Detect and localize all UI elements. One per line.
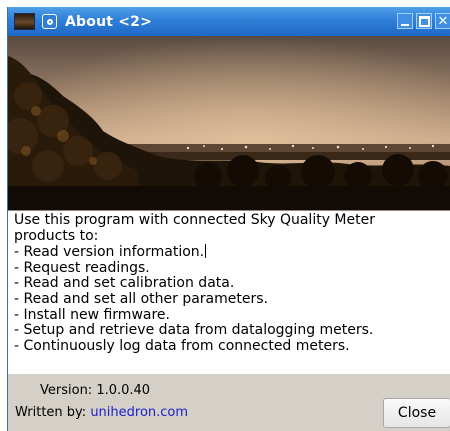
maximize-icon bbox=[418, 15, 430, 27]
close-window-button[interactable]: ✕ bbox=[435, 13, 450, 29]
maximize-button[interactable] bbox=[416, 13, 432, 29]
minimize-icon bbox=[401, 23, 409, 26]
about-text-line: - Read and set all other parameters. bbox=[14, 290, 268, 307]
title-bar[interactable]: About <2> ✕ bbox=[8, 7, 450, 36]
about-text-line: - Request readings. bbox=[14, 259, 150, 276]
version-label: Version: 1.0.0.40 bbox=[40, 383, 151, 398]
about-text-line: - Setup and retrieve data from dataloggi… bbox=[14, 322, 374, 339]
about-text-line: - Install new firmware. bbox=[14, 306, 170, 323]
window-menu-icon[interactable] bbox=[42, 14, 57, 29]
minimize-button[interactable] bbox=[397, 13, 413, 29]
close-icon: ✕ bbox=[437, 13, 449, 29]
website-link[interactable]: unihedron.com bbox=[90, 405, 188, 420]
about-text-line: Use this program with connected Sky Qual… bbox=[14, 212, 375, 228]
about-text-line: - Continuously log data from connected m… bbox=[14, 337, 350, 354]
text-caret bbox=[205, 244, 207, 259]
night-city-photo bbox=[8, 36, 450, 210]
about-text-line: - Read version information. bbox=[14, 244, 445, 261]
written-by: Written by: unihedron.com bbox=[15, 405, 188, 420]
about-text-area[interactable]: Use this program with connected Sky Qual… bbox=[8, 210, 450, 374]
close-button[interactable]: Close bbox=[383, 398, 450, 428]
window-controls: ✕ bbox=[397, 13, 450, 29]
written-by-label: Written by: bbox=[15, 405, 87, 420]
about-dialog: About <2> ✕ Use this program with connec… bbox=[7, 7, 450, 431]
about-text-line-content: - Read version information. bbox=[14, 244, 205, 261]
window-title: About <2> bbox=[65, 13, 153, 30]
about-text-line: products to: bbox=[14, 227, 99, 244]
app-icon bbox=[14, 13, 35, 30]
about-text-line: - Read and set calibration data. bbox=[14, 275, 235, 292]
